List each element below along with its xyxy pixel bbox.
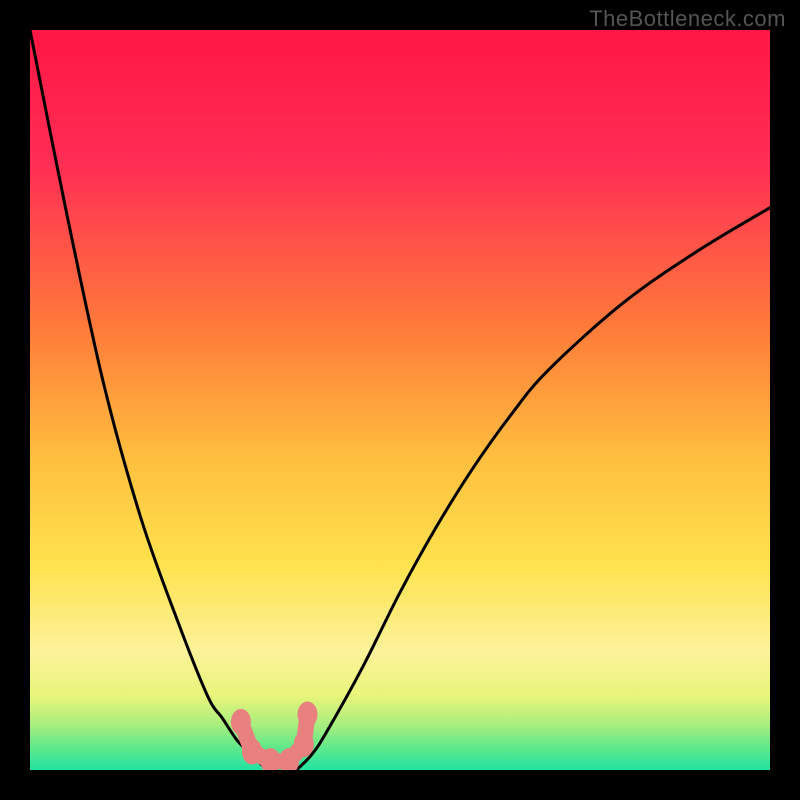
bottleneck-chart bbox=[30, 30, 770, 770]
marker-p1 bbox=[231, 709, 251, 735]
watermark-text: TheBottleneck.com bbox=[589, 6, 786, 32]
marker-p5 bbox=[294, 731, 314, 757]
marker-p2 bbox=[242, 739, 262, 765]
gradient-bg bbox=[30, 30, 770, 770]
marker-p6 bbox=[298, 702, 318, 728]
chart-frame: TheBottleneck.com bbox=[0, 0, 800, 800]
